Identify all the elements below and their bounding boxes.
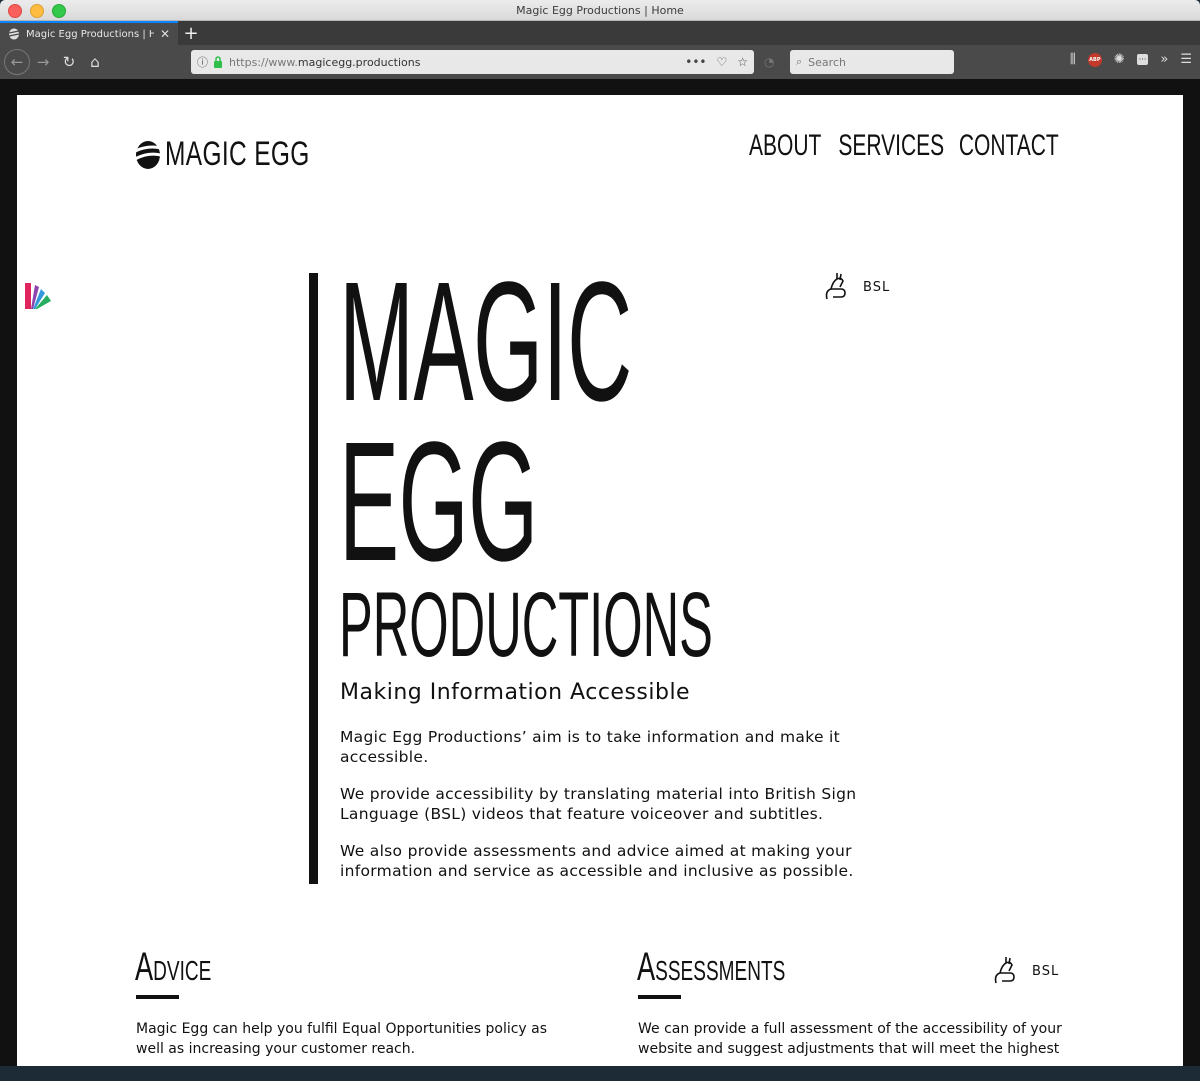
hero-paragraph-3: We also provide assessments and advice a… (340, 842, 854, 880)
assessments-bsl-button[interactable]: BSL (992, 955, 1059, 987)
info-icon[interactable]: ⓘ (197, 54, 208, 70)
rss-icon[interactable]: ◔ (764, 55, 774, 69)
signing-hand-icon (825, 273, 846, 300)
pocket-icon[interactable]: ♡ (716, 55, 727, 69)
site-favicon-icon (8, 28, 20, 40)
color-fan-icon (25, 283, 51, 309)
section-text-assessments: We can provide a full assessment of the … (638, 1021, 1062, 1057)
extension-gear-icon[interactable]: ✺ (1114, 52, 1125, 67)
page-actions-icon[interactable]: ••• (685, 55, 706, 69)
hero-line-2: EGG (339, 407, 538, 597)
section-title-assessments: Assessments (637, 945, 786, 989)
adblock-icon[interactable]: ABP (1087, 52, 1102, 67)
search-placeholder: Search (808, 55, 846, 69)
home-button[interactable]: ⌂ (82, 49, 108, 75)
nav-services[interactable]: SERVICES (838, 129, 944, 163)
navigation-toolbar: ← → ↻ ⌂ ⓘ https://www.magicegg.productio… (0, 45, 1200, 79)
maximize-window-button[interactable] (52, 4, 66, 18)
tab-home[interactable]: Magic Egg Productions | Home ✕ (0, 21, 178, 45)
hero-line-3: PRODUCTIONS (339, 574, 713, 676)
close-window-button[interactable] (8, 4, 22, 18)
accessibility-widget[interactable] (25, 281, 53, 315)
hero-paragraph-2: We provide accessibility by translating … (340, 785, 857, 823)
tab-bar: Magic Egg Productions | Home ✕ + (0, 21, 1200, 45)
tab-title: Magic Egg Productions | Home (26, 28, 154, 40)
hero-paragraph-1: Magic Egg Productions’ aim is to take in… (340, 728, 840, 766)
window-title: Magic Egg Productions | Home (516, 3, 684, 17)
hero-bsl-label: BSL (863, 279, 891, 295)
section-title-advice: Advice (135, 945, 212, 989)
back-button[interactable]: ← (4, 49, 30, 75)
search-field[interactable]: ⌕ Search (790, 50, 954, 74)
signing-hand-icon (994, 957, 1015, 984)
search-icon: ⌕ (796, 55, 803, 68)
toolbar-icons: ⫼ ABP ✺ ··· » ☰ (1070, 52, 1192, 67)
tab-close-icon[interactable]: ✕ (160, 27, 170, 41)
section-rule-advice (136, 995, 179, 999)
browser-window: Magic Egg Productions | Home Magic Egg P… (0, 0, 1200, 1066)
library-icon[interactable]: ⫼ (1070, 52, 1076, 67)
nav-about[interactable]: ABOUT (749, 129, 821, 163)
new-tab-button[interactable]: + (178, 21, 204, 45)
egg-logo-icon (135, 140, 161, 169)
section-rule-assessments (638, 995, 681, 999)
minimize-window-button[interactable] (30, 4, 44, 18)
title-bar: Magic Egg Productions | Home (0, 0, 1200, 21)
hero-accent-bar (309, 273, 318, 884)
reload-button[interactable]: ↻ (56, 49, 82, 75)
url-text[interactable]: https://www.magicegg.productions (229, 56, 685, 69)
main-nav: ABOUT SERVICES CONTACT (718, 129, 1059, 163)
overflow-menu-icon[interactable]: » (1160, 52, 1168, 67)
web-page: MAGIC EGG ABOUT SERVICES CONTACT MAGIC E… (17, 95, 1183, 1066)
forward-button[interactable]: → (30, 49, 56, 75)
window-controls (8, 4, 66, 18)
address-bar[interactable]: ⓘ https://www.magicegg.productions ••• ♡… (191, 50, 754, 74)
hero-title: MAGIC EGG PRODUCTIONS (339, 257, 1019, 671)
lock-icon (214, 56, 222, 68)
nav-contact[interactable]: CONTACT (959, 129, 1059, 163)
section-text-advice: Magic Egg can help you fulfil Equal Oppo… (136, 1021, 548, 1057)
logo-text: MAGIC EGG (165, 135, 310, 173)
hamburger-icon[interactable]: ☰ (1180, 52, 1192, 67)
site-logo[interactable]: MAGIC EGG (135, 135, 366, 174)
bookmark-star-icon[interactable]: ☆ (737, 55, 748, 69)
content-area: MAGIC EGG ABOUT SERVICES CONTACT MAGIC E… (0, 79, 1200, 1066)
hero-tagline: Making Information Accessible (340, 680, 691, 705)
assessments-bsl-label: BSL (1032, 963, 1060, 979)
extension-icon[interactable]: ··· (1136, 54, 1149, 65)
hero-line-1: MAGIC (339, 247, 632, 437)
hero-bsl-button[interactable]: BSL (823, 271, 890, 303)
